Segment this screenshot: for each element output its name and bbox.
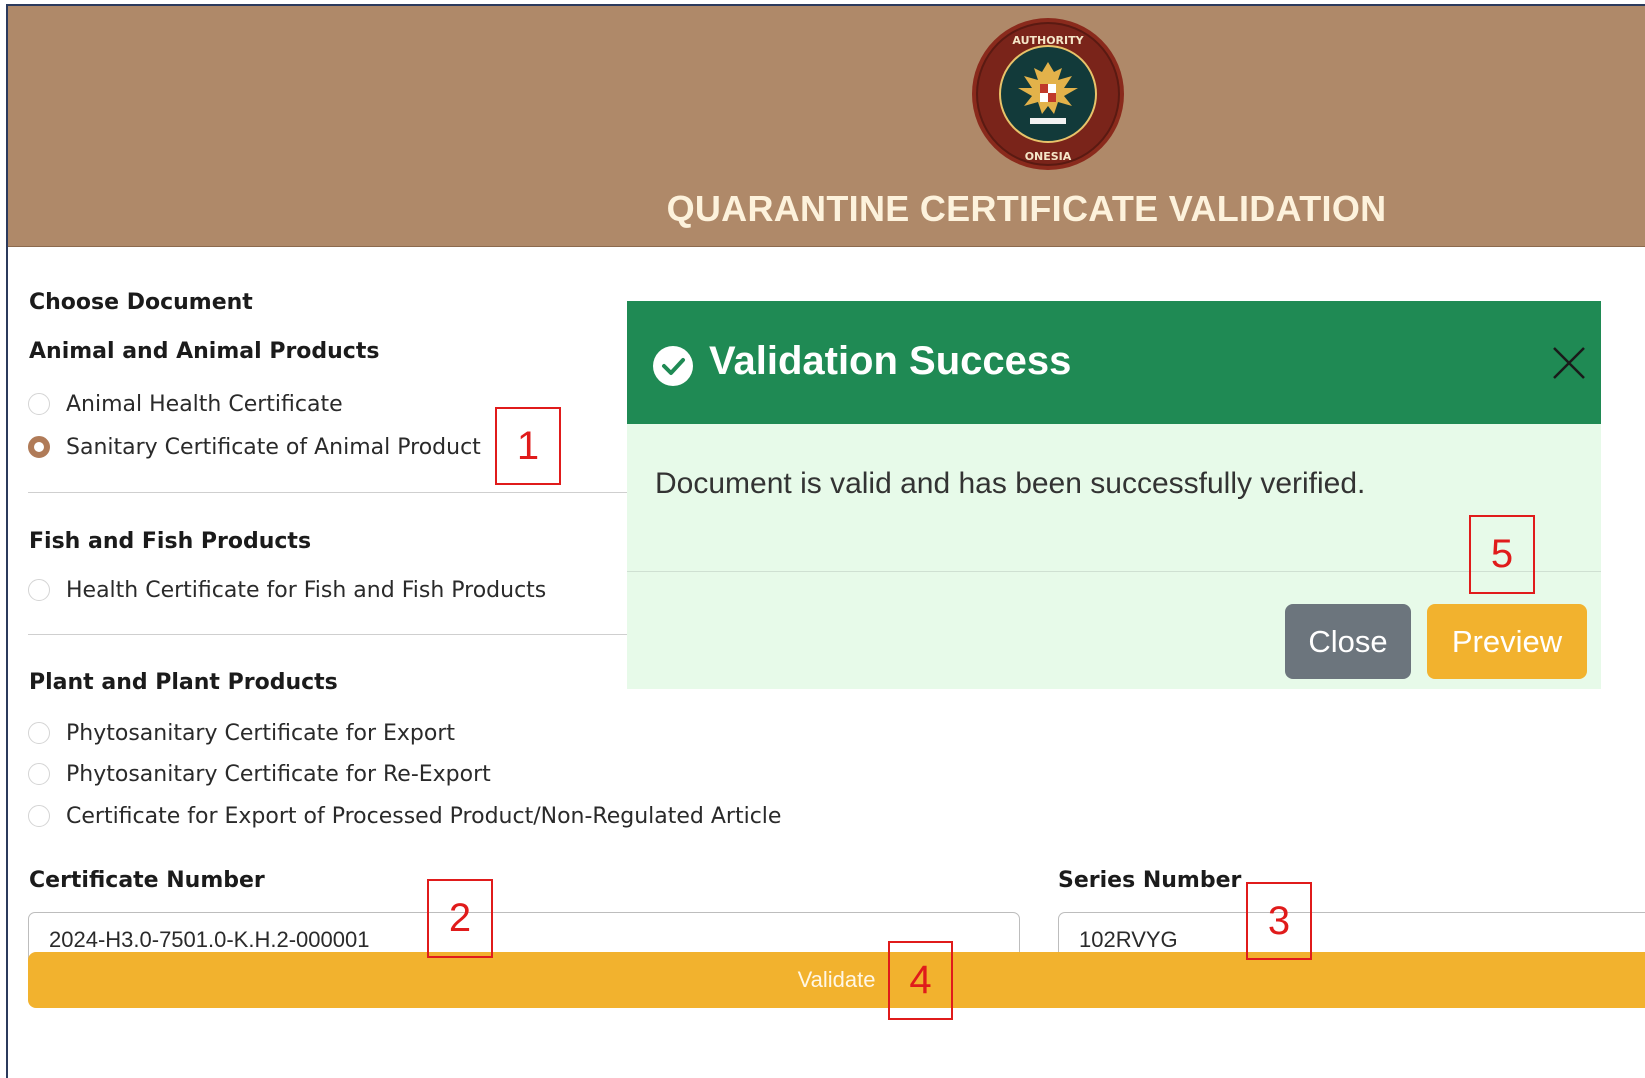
divider bbox=[28, 634, 628, 635]
svg-text:ONESIA: ONESIA bbox=[1025, 150, 1072, 163]
close-button[interactable]: Close bbox=[1285, 604, 1411, 679]
radio-button[interactable] bbox=[28, 805, 50, 827]
annotation-3: 3 bbox=[1246, 882, 1312, 960]
divider bbox=[28, 492, 628, 493]
option-health-certificate-fish[interactable]: Health Certificate for Fish and Fish Pro… bbox=[28, 574, 546, 606]
radio-button[interactable] bbox=[28, 579, 50, 601]
option-label: Health Certificate for Fish and Fish Pro… bbox=[66, 577, 547, 603]
radio-button-selected[interactable] bbox=[28, 436, 50, 458]
group-title-plant: Plant and Plant Products bbox=[29, 670, 338, 695]
option-label: Phytosanitary Certificate for Re-Export bbox=[66, 761, 491, 787]
group-title-animal: Animal and Animal Products bbox=[29, 339, 380, 364]
certificate-number-label: Certificate Number bbox=[29, 868, 265, 893]
dialog-message: Document is valid and has been successfu… bbox=[655, 467, 1366, 500]
svg-text:AUTHORITY: AUTHORITY bbox=[1012, 34, 1084, 47]
annotation-5: 5 bbox=[1469, 515, 1535, 594]
option-label: Sanitary Certificate of Animal Product bbox=[66, 434, 481, 460]
annotation-4: 4 bbox=[888, 941, 953, 1020]
option-label: Certificate for Export of Processed Prod… bbox=[66, 803, 782, 829]
option-animal-health-certificate[interactable]: Animal Health Certificate bbox=[28, 388, 343, 420]
annotation-1: 1 bbox=[495, 407, 561, 485]
annotation-2: 2 bbox=[427, 879, 493, 958]
close-icon[interactable] bbox=[1551, 345, 1587, 381]
validation-success-dialog: Validation Success Document is valid and… bbox=[627, 301, 1601, 689]
option-phytosanitary-export[interactable]: Phytosanitary Certificate for Export bbox=[28, 717, 455, 749]
validate-button[interactable]: Validate bbox=[28, 952, 1645, 1008]
radio-button[interactable] bbox=[28, 393, 50, 415]
option-label: Animal Health Certificate bbox=[66, 391, 343, 417]
option-sanitary-certificate-animal-product[interactable]: Sanitary Certificate of Animal Product bbox=[28, 431, 481, 463]
page-header: AUTHORITY ONESIA QUARANTINE CERTIFICATE … bbox=[8, 6, 1645, 247]
option-label: Phytosanitary Certificate for Export bbox=[66, 720, 456, 746]
page-title: QUARANTINE CERTIFICATE VALIDATION bbox=[666, 188, 1387, 229]
choose-document-label: Choose Document bbox=[29, 290, 253, 315]
radio-button[interactable] bbox=[28, 763, 50, 785]
dialog-divider bbox=[627, 571, 1601, 572]
dialog-title: Validation Success bbox=[709, 339, 1072, 383]
radio-button[interactable] bbox=[28, 722, 50, 744]
option-phytosanitary-re-export[interactable]: Phytosanitary Certificate for Re-Export bbox=[28, 758, 491, 790]
series-number-label: Series Number bbox=[1058, 868, 1242, 893]
dialog-header: Validation Success bbox=[627, 301, 1601, 424]
option-processed-product[interactable]: Certificate for Export of Processed Prod… bbox=[28, 800, 781, 832]
group-title-fish: Fish and Fish Products bbox=[29, 529, 312, 554]
quarantine-authority-logo: AUTHORITY ONESIA bbox=[972, 18, 1124, 170]
check-circle-icon bbox=[653, 346, 693, 386]
preview-button[interactable]: Preview bbox=[1427, 604, 1587, 679]
